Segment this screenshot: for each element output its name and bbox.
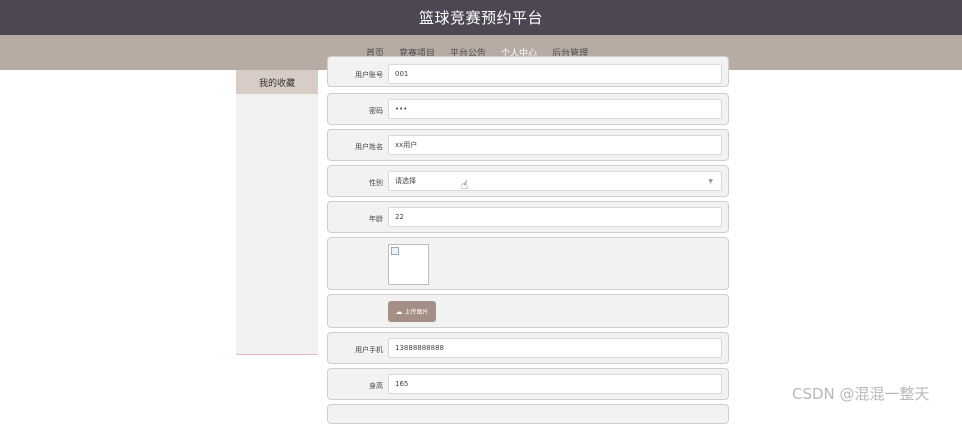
account-label: 用户账号	[355, 71, 383, 79]
name-value: xx用户	[395, 141, 418, 149]
form-row-age: 年龄 22	[327, 201, 729, 233]
age-label: 年龄	[369, 215, 383, 223]
password-value: •••	[395, 105, 408, 113]
upload-image-button[interactable]: ☁ 上传图片	[388, 301, 436, 322]
form-row-upload: ☁ 上传图片	[327, 294, 729, 328]
height-value: 165	[395, 380, 409, 388]
form-row-next	[327, 404, 729, 424]
chevron-down-icon: ▼	[708, 177, 713, 185]
sidebar: 我的收藏	[236, 70, 318, 355]
cloud-upload-icon: ☁	[395, 307, 403, 316]
height-label: 身高	[369, 382, 383, 390]
phone-value: 13888888888	[395, 344, 444, 352]
age-input[interactable]: 22	[388, 207, 722, 227]
name-label: 用户姓名	[355, 143, 383, 151]
image-preview	[388, 244, 429, 285]
form-row-password: 密码 •••	[327, 93, 729, 125]
age-value: 22	[395, 213, 404, 221]
account-input[interactable]: 001	[388, 64, 722, 84]
phone-label: 用户手机	[355, 346, 383, 354]
gender-select[interactable]: 请选择 ▼	[388, 171, 722, 191]
watermark: CSDN @混混一整天	[792, 385, 930, 403]
account-value: 001	[395, 70, 409, 78]
form-row-account: 用户账号 001	[327, 56, 729, 87]
name-input[interactable]: xx用户	[388, 135, 722, 155]
site-header: 篮球竞赛预约平台	[0, 0, 962, 35]
upload-button-label: 上传图片	[404, 309, 429, 316]
site-title: 篮球竞赛预约平台	[418, 9, 543, 27]
form-row-image	[327, 237, 729, 290]
form-row-phone: 用户手机 13888888888	[327, 332, 729, 364]
phone-input[interactable]: 13888888888	[388, 338, 722, 358]
form-row-gender: 性别 请选择 ▼	[327, 165, 729, 197]
password-input[interactable]: •••	[388, 99, 722, 119]
gender-label: 性别	[369, 179, 383, 187]
form-row-name: 用户姓名 xx用户	[327, 129, 729, 161]
height-input[interactable]: 165	[388, 374, 722, 394]
sidebar-item-label: 我的收藏	[258, 78, 295, 89]
gender-value: 请选择	[395, 177, 416, 185]
broken-image-icon	[391, 247, 399, 255]
password-label: 密码	[369, 107, 383, 115]
form-row-height: 身高 165	[327, 368, 729, 400]
sidebar-item-favorites[interactable]: 我的收藏	[236, 70, 318, 94]
hand-cursor-icon: ☝	[461, 178, 469, 192]
